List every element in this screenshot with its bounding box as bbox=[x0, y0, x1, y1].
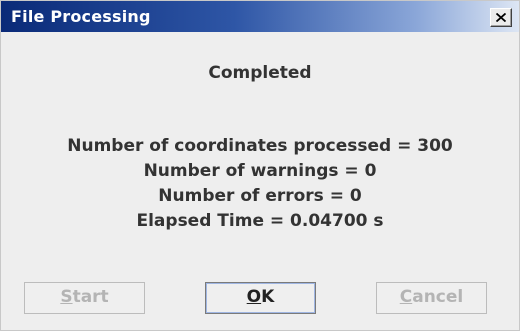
close-icon bbox=[496, 13, 506, 22]
errors-count-text: Number of errors = 0 bbox=[158, 186, 362, 206]
cancel-button-label: ancel bbox=[412, 287, 464, 307]
start-button-label: tart bbox=[72, 287, 109, 307]
status-text: Completed bbox=[208, 63, 312, 83]
cancel-button-mnemonic: C bbox=[399, 287, 413, 307]
window-title: File Processing bbox=[11, 7, 151, 26]
ok-button-label: K bbox=[261, 287, 275, 307]
start-button-mnemonic: S bbox=[60, 287, 73, 307]
file-processing-dialog: File Processing Completed Number of coor… bbox=[0, 0, 520, 331]
elapsed-time-text: Elapsed Time = 0.04700 s bbox=[136, 211, 384, 231]
title-bar[interactable]: File Processing bbox=[1, 1, 519, 32]
stats-block: Number of coordinates processed = 300 Nu… bbox=[1, 134, 519, 234]
coordinates-processed-text: Number of coordinates processed = 300 bbox=[67, 136, 453, 156]
close-button[interactable] bbox=[490, 8, 512, 27]
ok-button[interactable]: OK bbox=[205, 282, 316, 314]
warnings-count-text: Number of warnings = 0 bbox=[143, 161, 377, 181]
start-button[interactable]: Start bbox=[24, 282, 145, 314]
ok-button-mnemonic: O bbox=[246, 287, 262, 307]
cancel-button[interactable]: Cancel bbox=[376, 282, 487, 314]
